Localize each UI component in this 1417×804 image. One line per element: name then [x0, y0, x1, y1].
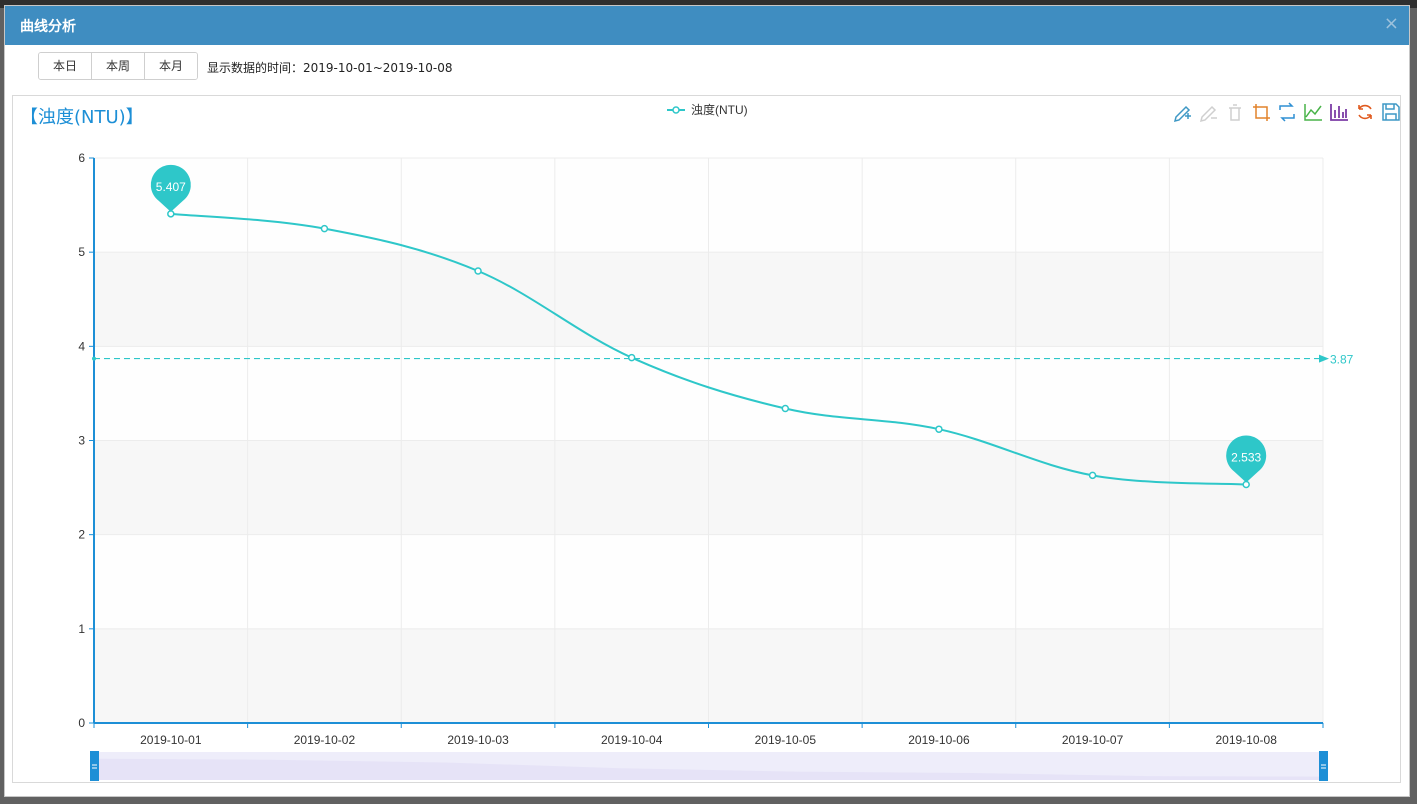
y-tick-label: 1	[78, 622, 85, 636]
mark-icon[interactable]	[1173, 105, 1191, 123]
today-button[interactable]: 本日	[39, 53, 92, 79]
mark-line-start-dot	[92, 356, 96, 361]
datazoom-right-handle[interactable]	[1319, 751, 1328, 781]
zoom-reset-icon[interactable]	[1279, 102, 1295, 122]
x-tick-label: 2019-10-03	[447, 733, 509, 747]
y-tick-label: 3	[78, 434, 85, 448]
this-week-button[interactable]: 本周	[92, 53, 145, 79]
erase-mark-icon[interactable]	[1199, 105, 1217, 123]
pin-label: 5.407	[156, 180, 186, 194]
period-button-group: 本日 本周 本月	[38, 52, 198, 80]
close-icon[interactable]: ×	[1384, 15, 1399, 33]
data-point[interactable]	[1088, 471, 1097, 480]
mark-line-arrow	[1319, 354, 1329, 363]
period-toolbar: 本日 本周 本月 显示数据的时间：2019-10-01~2019-10-08	[5, 45, 1409, 91]
x-tick-label: 2019-10-05	[755, 733, 817, 747]
pin-label: 2.533	[1231, 450, 1261, 464]
save-image-icon[interactable]	[1382, 103, 1400, 121]
data-point[interactable]	[935, 425, 943, 433]
x-tick-label: 2019-10-01	[140, 733, 202, 747]
data-point[interactable]	[627, 353, 636, 362]
date-range-label: 显示数据的时间：2019-10-01~2019-10-08	[207, 61, 453, 75]
legend-swatch-dot	[672, 106, 680, 114]
chart-panel: 0 1 2 3 4 5 6 2019-10-01 2019-10-02 2019-10-03 201…	[12, 95, 1401, 783]
this-month-button[interactable]: 本月	[145, 53, 197, 79]
data-point[interactable]	[320, 224, 329, 233]
line-chart: 0 1 2 3 4 5 6 2019-10-01 2019-10-02 2019-10-03 201…	[78, 102, 1400, 781]
restore-icon[interactable]	[1358, 104, 1372, 120]
line-chart-icon[interactable]	[1304, 104, 1322, 121]
clear-mark-icon[interactable]	[1229, 104, 1241, 121]
datazoom-window[interactable]	[94, 752, 1323, 780]
chart-title: 【浊度(NTU)】	[20, 107, 144, 128]
y-tick-label: 6	[78, 151, 85, 165]
y-tick-label: 0	[78, 716, 85, 730]
datazoom-left-handle[interactable]	[90, 751, 99, 781]
x-tick-label: 2019-10-02	[294, 733, 356, 747]
mark-line-label: 3.87	[1330, 353, 1354, 367]
bar-chart-icon[interactable]	[1330, 104, 1348, 121]
data-point[interactable]	[781, 404, 790, 413]
x-tick-label: 2019-10-07	[1062, 733, 1124, 747]
data-point[interactable]	[474, 267, 482, 275]
y-tick-label: 2	[78, 528, 85, 542]
x-tick-label: 2019-10-06	[908, 733, 970, 747]
dialog-title: 曲线分析	[20, 19, 76, 35]
dialog-header: 曲线分析 ×	[5, 6, 1409, 45]
x-tick-label: 2019-10-04	[601, 733, 663, 747]
data-zoom-icon[interactable]	[1253, 104, 1270, 121]
curve-analysis-dialog: 曲线分析 × 本日 本周 本月 显示数据的时间：2019-10-01~2019-…	[4, 5, 1410, 797]
y-tick-label: 5	[78, 245, 85, 259]
x-tick-label: 2019-10-08	[1215, 733, 1277, 747]
y-tick-label: 4	[78, 339, 85, 353]
legend-entry[interactable]: 浊度(NTU)	[691, 102, 748, 117]
